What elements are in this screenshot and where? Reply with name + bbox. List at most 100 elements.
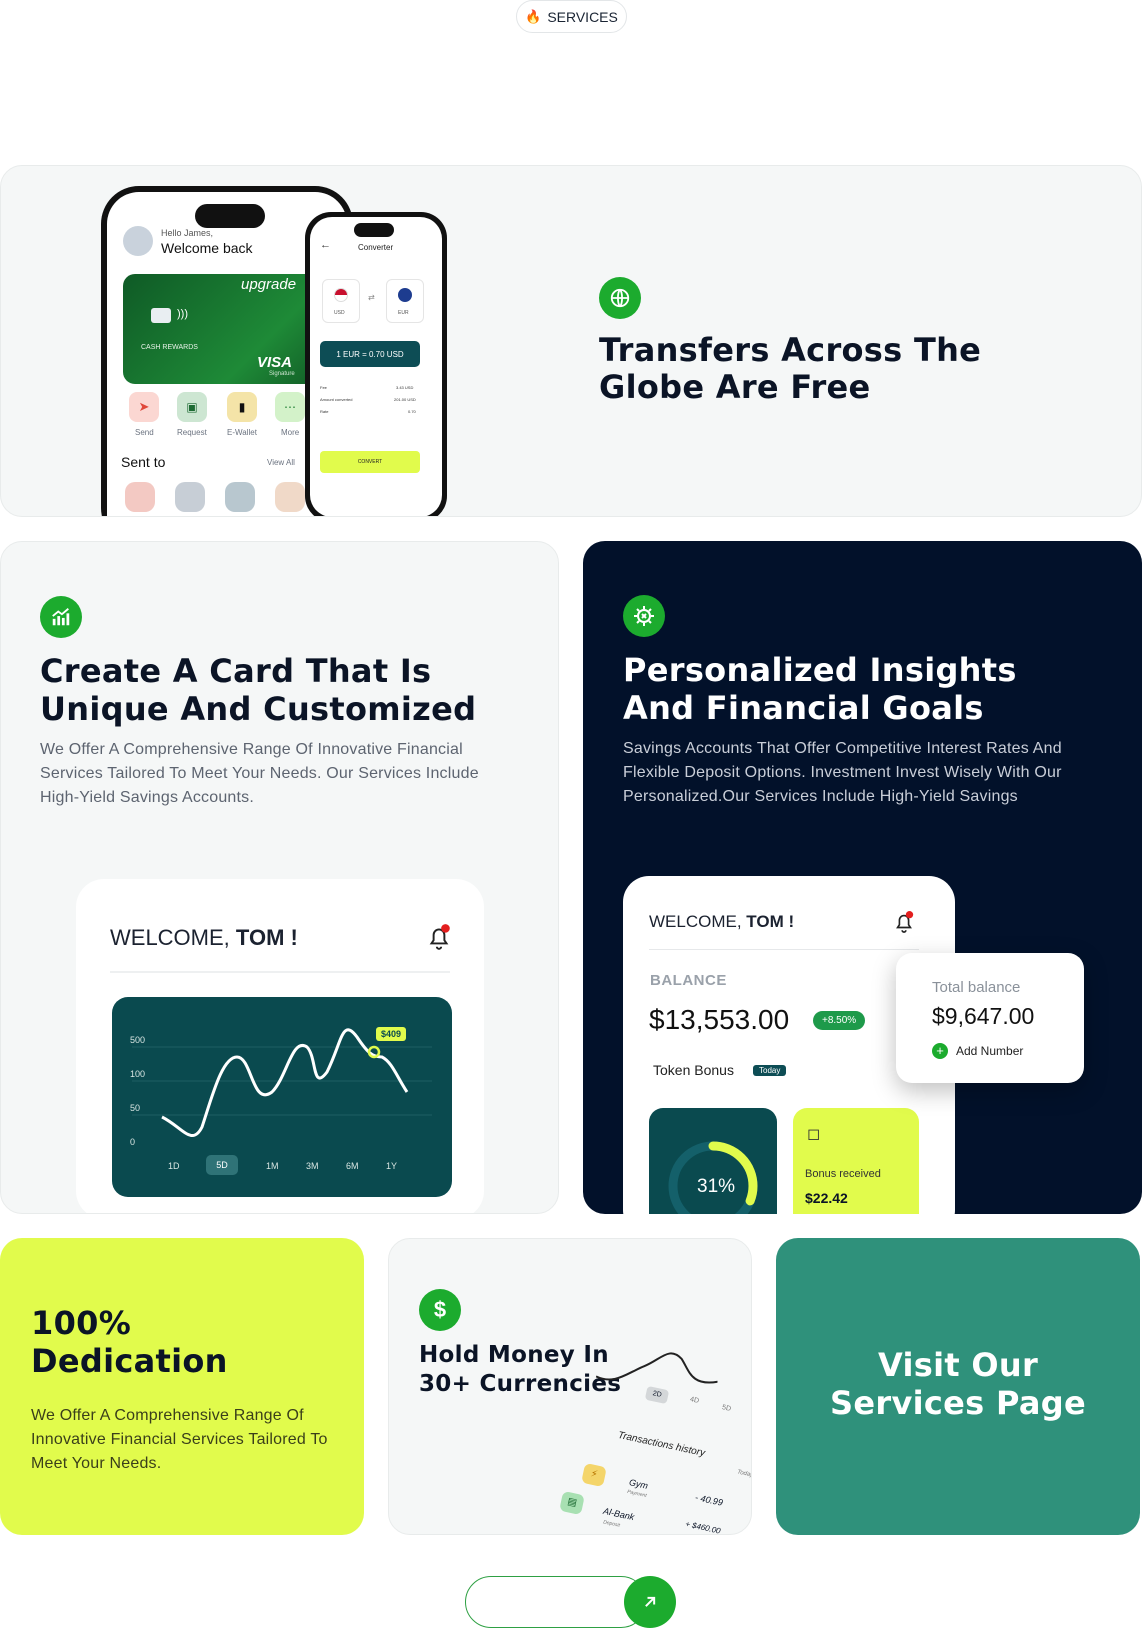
visit-services-line1: Visit Our: [877, 1346, 1039, 1384]
gear-dollar-icon: [623, 595, 665, 637]
dollar-icon: $: [419, 1289, 461, 1331]
phone-notch: [354, 223, 394, 237]
eu-flag-icon: [398, 288, 412, 302]
cta-pill-button[interactable]: [465, 1576, 647, 1628]
amount-value: 201.00 USD: [394, 397, 416, 402]
dedication-description: We Offer A Comprehensive Range Of Innova…: [31, 1407, 328, 1472]
welcome-prefix: WELCOME,: [110, 925, 230, 950]
transfers-title-line1: Transfers Across The: [599, 331, 982, 369]
conversion-rate-box: 1 EUR = 0.70 USD: [320, 341, 420, 367]
fee-label: Fee: [320, 385, 327, 390]
arrow-up-right-icon[interactable]: [624, 1576, 676, 1628]
y-tick: 0: [130, 1137, 136, 1147]
contact-avatar[interactable]: [275, 482, 305, 512]
range-6m[interactable]: 6M: [346, 1161, 359, 1171]
sent-to-heading: Sent to: [121, 454, 166, 470]
total-balance-value: $9,647.00: [932, 1003, 1035, 1029]
range-5d-selected[interactable]: 5D: [206, 1155, 238, 1175]
visit-services-card[interactable]: Visit Our Services Page: [776, 1238, 1140, 1535]
range-1m[interactable]: 1M: [266, 1161, 279, 1171]
action-send-label: Send: [135, 428, 154, 437]
dedication-title: 100% Dedication: [31, 1304, 228, 1380]
to-currency-box[interactable]: EUR: [386, 279, 424, 323]
fee-value: 3.43 USD: [396, 385, 414, 390]
converter-phone-screen: ← Converter USD ⇄ EUR 1 EUR = 0.70 USD F…: [310, 217, 442, 516]
add-number-button[interactable]: Add Number: [956, 1044, 1023, 1058]
welcome-name: TOM !: [746, 912, 795, 931]
lightning-icon: ⚡: [581, 1462, 607, 1488]
rate-value: 0.70: [408, 409, 416, 414]
bell-icon[interactable]: [426, 923, 452, 956]
currencies-card: $ Hold Money In 30+ Currencies 2D 4D 5D …: [388, 1238, 752, 1535]
currencies-title-line2: 30+ Currencies: [419, 1371, 622, 1397]
contact-avatar[interactable]: [175, 482, 205, 512]
view-all-link[interactable]: View All: [267, 458, 295, 467]
welcome-heading: WELCOME, TOM !: [649, 912, 794, 932]
card-chip-icon: [151, 308, 171, 323]
bonus-tile: ◻ Bonus received $22.42: [793, 1108, 919, 1214]
progress-tile: 31%: [649, 1108, 777, 1214]
card-network: VISA: [257, 354, 293, 371]
y-tick: 500: [130, 1035, 146, 1045]
create-card-description: We Offer A Comprehensive Range Of Innova…: [40, 741, 479, 806]
bonus-value: $22.42: [805, 1190, 848, 1206]
bell-icon[interactable]: [893, 910, 915, 939]
create-card-title-line2: Unique And Customized: [40, 690, 477, 728]
welcome-name: TOM !: [235, 925, 298, 950]
range-1d[interactable]: 1D: [168, 1161, 180, 1171]
more-icon[interactable]: ⋯: [275, 392, 305, 422]
y-tick: 50: [130, 1103, 141, 1113]
welcome-prefix: WELCOME,: [649, 912, 742, 931]
phone-notch: [195, 204, 265, 228]
price-tooltip: $409: [376, 1027, 407, 1041]
chart-growth-icon: [40, 596, 82, 638]
create-card-card: Create A Card That Is Unique And Customi…: [0, 541, 559, 1214]
welcome-widget: WELCOME, TOM ! $409 500 100 50 0 1D 5D 1…: [76, 879, 484, 1213]
request-icon[interactable]: ▣: [177, 392, 207, 422]
from-currency-box[interactable]: USD: [322, 279, 360, 323]
currencies-title: Hold Money In 30+ Currencies: [419, 1341, 621, 1399]
insights-title-line2: And Financial Goals: [623, 689, 984, 727]
visit-services-title[interactable]: Visit Our Services Page: [776, 1346, 1140, 1422]
converter-phone-mockup: ← Converter USD ⇄ EUR 1 EUR = 0.70 USD F…: [305, 212, 447, 516]
currencies-title-line1: Hold Money In: [419, 1342, 609, 1368]
today-chip: Today: [753, 1065, 787, 1076]
progress-ring: [668, 1141, 758, 1214]
card-network-sub: Signature: [269, 371, 295, 377]
wallet-icon[interactable]: ▮: [227, 392, 257, 422]
card-label: CASH REWARDS: [141, 344, 198, 351]
amount-label: Amount converted: [320, 397, 353, 402]
bank-icon: ▤: [559, 1490, 585, 1516]
range-3m[interactable]: 3M: [306, 1161, 319, 1171]
token-bonus-label: Token Bonus: [653, 1062, 734, 1078]
back-arrow-icon[interactable]: ←: [320, 239, 331, 251]
plus-icon[interactable]: +: [932, 1043, 948, 1059]
send-icon[interactable]: ➤: [129, 392, 159, 422]
services-badge-label: SERVICES: [547, 8, 618, 25]
action-request-label: Request: [177, 428, 207, 437]
from-currency-code: USD: [334, 310, 345, 316]
to-currency-code: EUR: [398, 310, 409, 316]
contact-avatar[interactable]: [225, 482, 255, 512]
dedication-card: 100% Dedication We Offer A Comprehensive…: [0, 1238, 364, 1535]
range-1y[interactable]: 1Y: [386, 1161, 397, 1171]
welcome-text: Welcome back: [161, 240, 253, 256]
greeting-text: Hello James,: [161, 228, 214, 238]
contactless-icon: ))): [177, 308, 188, 320]
y-tick: 100: [130, 1069, 146, 1079]
welcome-heading: WELCOME, TOM !: [110, 925, 298, 951]
box-icon: ◻: [807, 1126, 821, 1143]
convert-button[interactable]: CONVERT: [320, 451, 420, 473]
insights-description: Savings Accounts That Offer Competitive …: [623, 740, 1062, 805]
price-chart: $409 500 100 50 0 1D 5D 1M 3M 6M 1Y: [112, 997, 452, 1197]
swap-icon[interactable]: ⇄: [368, 293, 375, 302]
dedication-title-line2: Dedication: [31, 1342, 228, 1380]
balance-label: BALANCE: [650, 972, 727, 989]
bonus-label: Bonus received: [805, 1168, 881, 1180]
insights-title-line1: Personalized Insights: [623, 651, 1017, 689]
card-brand: upgrade: [241, 276, 297, 293]
contact-avatar[interactable]: [125, 482, 155, 512]
rate-label: Rate: [320, 409, 329, 414]
converter-title: Converter: [358, 243, 394, 252]
total-balance-label: Total balance: [932, 979, 1021, 996]
